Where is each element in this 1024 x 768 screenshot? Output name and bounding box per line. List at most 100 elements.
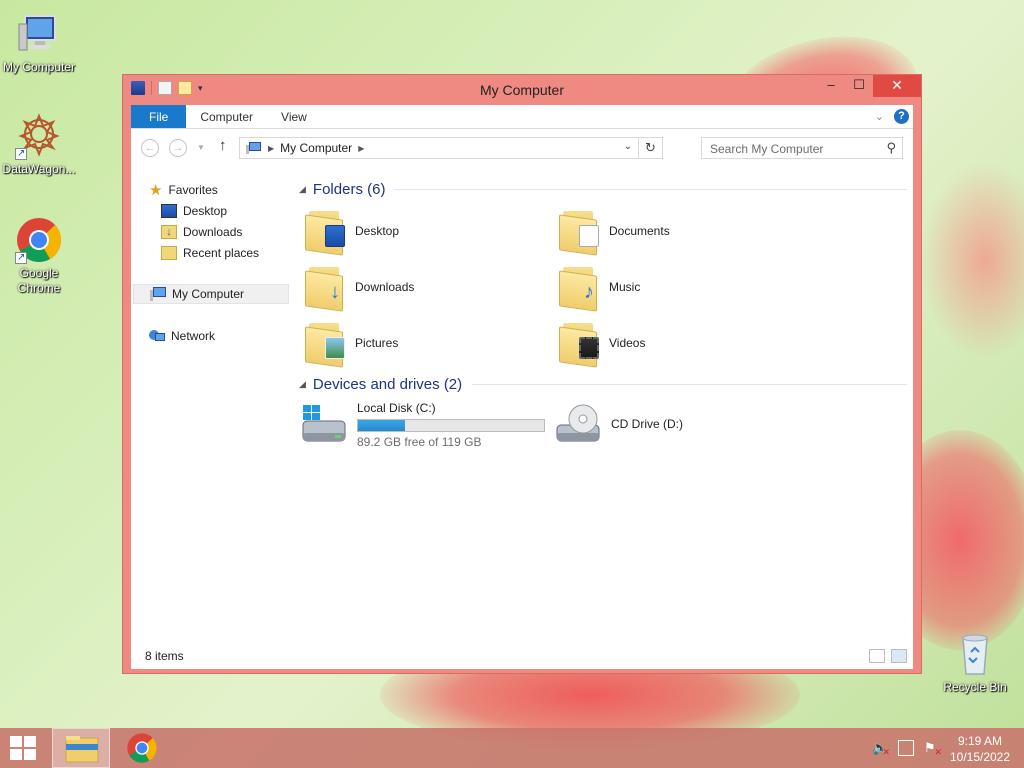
desktop-icon-my-computer[interactable]: My Computer xyxy=(0,10,78,75)
volume-muted-icon[interactable]: 🔈 ✕ xyxy=(872,740,890,757)
computer-icon xyxy=(246,142,261,154)
chrome-icon xyxy=(15,216,63,265)
folder-music[interactable]: ♪ Music xyxy=(547,261,797,313)
sidebar-item-recent-places[interactable]: Recent places xyxy=(161,243,259,263)
clock-date: 10/15/2022 xyxy=(949,750,1011,764)
item-count: 8 items xyxy=(145,649,184,663)
up-button[interactable]: ↑ xyxy=(219,137,227,154)
drive-cd-d[interactable]: CD Drive (D:) xyxy=(547,399,807,453)
breadcrumb-separator-icon[interactable]: ▶ xyxy=(268,144,274,153)
address-bar[interactable]: ▶ My Computer ▶ ⌄ ↻ xyxy=(239,137,663,159)
clock-time: 9:19 AM xyxy=(957,734,1003,748)
folder-downloads[interactable]: ↓ Downloads xyxy=(293,261,543,313)
network-status-icon[interactable] xyxy=(898,740,914,756)
large-icons-view-icon[interactable] xyxy=(891,649,907,663)
datawagon-icon xyxy=(15,112,63,161)
drive-usage-fill xyxy=(358,420,405,431)
navigation-pane: ★ Favorites Desktop ↓ Downloads Recent p… xyxy=(131,167,291,643)
hard-drive-icon xyxy=(302,405,346,442)
pictures-folder-icon xyxy=(305,319,345,368)
help-icon[interactable]: ? xyxy=(894,109,909,124)
folder-videos[interactable]: Videos xyxy=(547,317,797,369)
sidebar-item-desktop[interactable]: Desktop xyxy=(161,201,227,221)
refresh-button[interactable]: ↻ xyxy=(638,138,662,158)
wallpaper-petal xyxy=(920,160,1024,360)
sidebar-item-network[interactable]: Network xyxy=(149,326,215,346)
folder-label: Downloads xyxy=(355,280,415,294)
sidebar-item-label: Favorites xyxy=(168,183,218,197)
desktop-folder-icon xyxy=(305,207,345,256)
content-pane: ◢ Folders (6) Desktop Documents ↓ Downlo… xyxy=(293,167,913,643)
folder-desktop[interactable]: Desktop xyxy=(293,205,543,257)
sidebar-item-favorites[interactable]: ★ Favorites xyxy=(149,180,218,200)
desktop-icon-recycle-bin[interactable]: Recycle Bin xyxy=(936,630,1014,695)
breadcrumb-my-computer[interactable]: My Computer xyxy=(280,141,352,155)
search-icon[interactable]: ⚲ xyxy=(886,140,896,156)
desktop-icon xyxy=(161,204,177,218)
drive-local-disk-c[interactable]: Local Disk (C:) 89.2 GB free of 119 GB xyxy=(293,399,553,453)
sidebar-item-label: My Computer xyxy=(172,287,245,301)
file-explorer-icon xyxy=(65,736,99,763)
window-client: File Computer View ⌄ ? ← → ▼ ↑ ▶ My Comp… xyxy=(131,105,913,669)
sidebar-item-label: Desktop xyxy=(183,204,228,218)
sidebar-item-label: Network xyxy=(171,329,216,343)
search-placeholder: Search My Computer xyxy=(710,142,824,156)
maximize-button[interactable]: ☐ xyxy=(845,75,873,97)
shortcut-arrow-icon xyxy=(15,146,27,161)
taskbar-google-chrome[interactable] xyxy=(126,732,162,764)
computer-icon xyxy=(15,10,63,58)
recent-places-icon xyxy=(161,246,177,260)
group-title: Folders (6) xyxy=(312,181,386,198)
collapse-icon[interactable]: ◢ xyxy=(299,379,306,390)
videos-folder-icon xyxy=(559,319,599,368)
group-title: Devices and drives (2) xyxy=(312,376,463,393)
folder-label: Music xyxy=(609,280,641,294)
downloads-folder-icon: ↓ xyxy=(305,263,345,312)
minimize-button[interactable]: – xyxy=(817,75,845,97)
tab-computer[interactable]: Computer xyxy=(186,105,267,128)
drive-usage-bar xyxy=(357,419,545,432)
desktop-icon-datawagon[interactable]: DataWagon... xyxy=(0,112,78,177)
folder-pictures[interactable]: Pictures xyxy=(293,317,543,369)
recent-locations-icon[interactable]: ▼ xyxy=(197,139,205,157)
documents-folder-icon xyxy=(559,207,599,256)
system-tray: 🔈 ✕ ⚑ ✕ xyxy=(872,740,942,757)
sidebar-item-my-computer[interactable]: My Computer xyxy=(133,284,289,304)
computer-icon xyxy=(150,287,166,301)
group-header-devices[interactable]: ◢ Devices and drives (2) xyxy=(299,376,907,393)
search-input[interactable]: Search My Computer ⚲ xyxy=(701,137,903,159)
title-bar[interactable]: ▾ My Computer – ☐ ✕ xyxy=(123,75,921,105)
address-dropdown-icon[interactable]: ⌄ xyxy=(624,141,632,152)
breadcrumb-separator-icon[interactable]: ▶ xyxy=(358,144,364,153)
taskbar-clock[interactable]: 9:19 AM 10/15/2022 xyxy=(944,733,1016,765)
navigation-bar: ← → ▼ ↑ ▶ My Computer ▶ ⌄ ↻ Search My Co… xyxy=(131,129,913,167)
drive-free-space: 89.2 GB free of 119 GB xyxy=(357,435,482,449)
start-button[interactable] xyxy=(10,736,38,760)
tab-view[interactable]: View xyxy=(267,105,321,128)
taskbar-file-explorer[interactable] xyxy=(52,728,110,768)
tab-file[interactable]: File xyxy=(131,105,187,128)
shortcut-arrow-icon xyxy=(15,250,27,265)
ribbon-tabs: File Computer View ⌄ ? xyxy=(131,105,913,129)
desktop-icon-label: DataWagon... xyxy=(2,162,76,176)
desktop-icon-google-chrome[interactable]: Google Chrome xyxy=(0,216,78,296)
sidebar-item-downloads[interactable]: ↓ Downloads xyxy=(161,222,242,242)
action-center-flag-icon[interactable]: ⚑ ✕ xyxy=(924,740,942,757)
status-bar: 8 items xyxy=(131,643,913,669)
downloads-icon: ↓ xyxy=(161,225,177,239)
folder-documents[interactable]: Documents xyxy=(547,205,797,257)
windows-logo-icon xyxy=(10,736,22,747)
forward-button[interactable]: → xyxy=(169,139,187,157)
drive-label: CD Drive (D:) xyxy=(611,417,683,431)
back-button[interactable]: ← xyxy=(141,139,159,157)
drive-label: Local Disk (C:) xyxy=(357,401,436,415)
desktop-icon-label: Google Chrome xyxy=(17,266,61,295)
collapse-icon[interactable]: ◢ xyxy=(299,184,306,195)
star-icon: ★ xyxy=(149,182,163,199)
close-button[interactable]: ✕ xyxy=(873,75,921,97)
explorer-window: ▾ My Computer – ☐ ✕ File Computer View ⌄… xyxy=(122,74,922,674)
group-header-folders[interactable]: ◢ Folders (6) xyxy=(299,181,907,198)
expand-ribbon-icon[interactable]: ⌄ xyxy=(875,110,884,123)
folder-label: Desktop xyxy=(355,224,400,238)
details-view-icon[interactable] xyxy=(869,649,885,663)
